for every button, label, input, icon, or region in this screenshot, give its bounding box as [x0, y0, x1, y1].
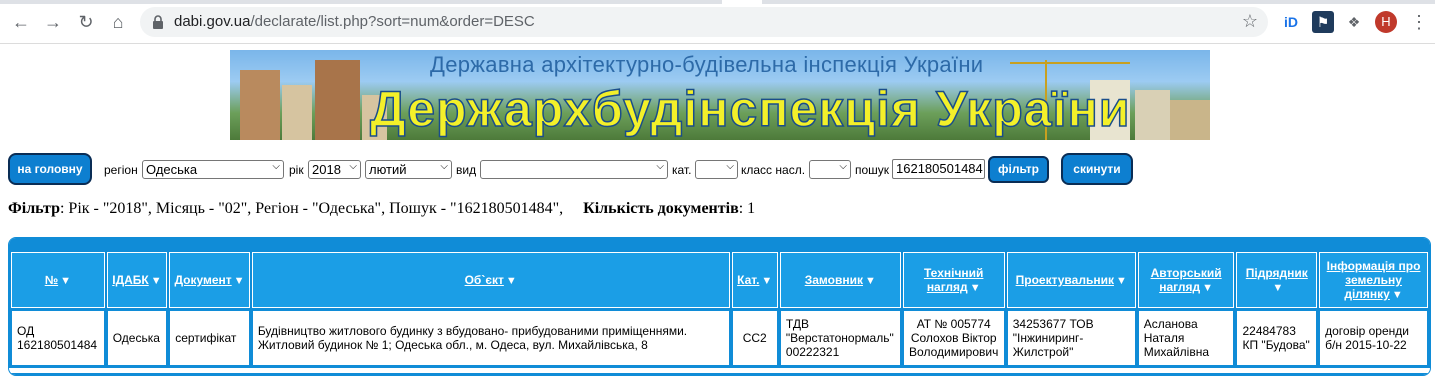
table-header-row: № ▼ ІДАБК ▼ Документ ▼ Об`єкт ▼ Кат. ▼ Замовн…: [11, 252, 1428, 308]
extensions-puzzle-icon[interactable]: ❖: [1343, 11, 1365, 33]
home-button[interactable]: на головну: [8, 153, 92, 185]
chevron-down-icon: ⌵: [349, 161, 357, 172]
declarations-table-container: № ▼ ІДАБК ▼ Документ ▼ Об`єкт ▼ Кат. ▼ Замовн…: [8, 237, 1431, 376]
table-top-bar: [9, 238, 1430, 250]
cell-num: ОД 162180501484: [11, 310, 105, 366]
sort-triangle-icon[interactable]: ▼: [1272, 282, 1283, 294]
month-select[interactable]: лютий ⌵: [365, 160, 452, 179]
sort-triangle-icon[interactable]: ▼: [1202, 282, 1213, 294]
type-label: вид: [456, 163, 477, 177]
banner-building: [1135, 90, 1170, 140]
year-select[interactable]: 2018 ⌵: [308, 160, 361, 179]
filter-summary-text: : Рік - "2018", Місяць - "02", Регіон - …: [59, 200, 564, 217]
column-header-contractor[interactable]: Підрядник▼: [1236, 252, 1318, 308]
region-label: регіон: [104, 163, 138, 177]
tab-strip-edge: [0, 0, 1435, 4]
browser-toolbar: ← → ↻ ⌂ dabi.gov.ua/declarate/list.php?s…: [0, 0, 1435, 44]
banner-building: [315, 60, 360, 140]
chevron-down-icon: ⌵: [272, 161, 280, 172]
extension-id-icon[interactable]: iD: [1280, 11, 1302, 33]
address-bar[interactable]: dabi.gov.ua/declarate/list.php?sort=num&…: [140, 7, 1268, 37]
home-icon[interactable]: ⌂: [106, 10, 130, 34]
column-header-customer[interactable]: Замовник ▼: [779, 252, 901, 308]
back-icon[interactable]: ←: [9, 10, 33, 34]
reload-icon[interactable]: ↻: [74, 10, 98, 34]
profile-avatar[interactable]: Н: [1375, 11, 1397, 33]
class-select[interactable]: ⌵: [809, 160, 851, 179]
extension-ghost-icon[interactable]: ⚑: [1312, 11, 1334, 33]
sort-triangle-icon[interactable]: ▼: [60, 275, 71, 287]
document-count-label: Кількість документів: [583, 200, 739, 217]
cell-tech-supervision: АТ № 005774 Солохов Віктор Володимирович: [902, 310, 1005, 366]
banner-building: [1170, 100, 1210, 140]
forward-icon[interactable]: →: [41, 10, 65, 34]
banner-building: [240, 70, 280, 140]
cell-idabk: Одеська: [106, 310, 168, 366]
document-count-value: : 1: [738, 200, 756, 217]
cell-author-supervision: Асланова Наталя Михайлівна: [1137, 310, 1235, 366]
category-select[interactable]: ⌵: [695, 160, 738, 179]
cell-designer: 34253677 ТОВ "Інжиниринг-Жилстрой": [1006, 310, 1136, 366]
bookmark-star-icon[interactable]: ☆: [1242, 11, 1258, 32]
column-header-document[interactable]: Документ ▼: [169, 252, 250, 308]
chevron-down-icon: ⌵: [726, 161, 734, 172]
filter-button[interactable]: фільтр: [988, 156, 1049, 183]
url-text: dabi.gov.ua/declarate/list.php?sort=num&…: [174, 13, 535, 30]
banner-title: Держархбудінспекція України: [369, 80, 1131, 138]
sort-triangle-icon[interactable]: ▼: [1392, 289, 1403, 301]
column-header-num[interactable]: № ▼: [11, 252, 105, 308]
category-label: кат.: [672, 163, 692, 177]
search-label: пошук: [855, 163, 890, 177]
menu-kebab-icon[interactable]: ⋮: [1410, 10, 1428, 34]
column-header-category[interactable]: Кат. ▼: [731, 252, 778, 308]
table-row: ОД 162180501484 Одеська сертифікат Будів…: [11, 310, 1428, 366]
cell-contractor: 22484783 КП "Будова": [1236, 310, 1318, 366]
banner-building: [282, 85, 312, 140]
sort-triangle-icon[interactable]: ▼: [761, 275, 772, 287]
cell-object: Будівництво житлового будинку з вбудован…: [251, 310, 730, 366]
chevron-down-icon: ⌵: [440, 161, 448, 172]
region-select[interactable]: Одеська ⌵: [142, 160, 284, 179]
column-header-land-info[interactable]: Інформація про земельну ділянку ▼: [1319, 252, 1428, 308]
sort-triangle-icon[interactable]: ▼: [970, 282, 981, 294]
column-header-object[interactable]: Об`єкт ▼: [251, 252, 730, 308]
filter-summary: Фільтр: Рік - "2018", Місяць - "02", Рег…: [8, 200, 755, 218]
column-header-author-supervision[interactable]: Авторський нагляд ▼: [1137, 252, 1235, 308]
declarations-table: № ▼ ІДАБК ▼ Документ ▼ Об`єкт ▼ Кат. ▼ Замовн…: [9, 250, 1430, 368]
banner-subtitle: Державна архітектурно-будівельна інспекц…: [430, 52, 984, 77]
lock-icon: [153, 15, 163, 29]
column-header-designer[interactable]: Проектувальник ▼: [1006, 252, 1136, 308]
search-input[interactable]: 162180501484: [892, 159, 985, 179]
cell-document: сертифікат: [169, 310, 250, 366]
sort-triangle-icon[interactable]: ▼: [1116, 275, 1127, 287]
banner-crane-arm: [1010, 62, 1130, 64]
reset-button[interactable]: скинути: [1061, 153, 1133, 185]
chevron-down-icon: ⌵: [839, 161, 847, 172]
class-label: класс насл.: [741, 163, 806, 177]
chevron-down-icon: ⌵: [656, 161, 664, 172]
column-header-tech-supervision[interactable]: Технічний нагляд ▼: [902, 252, 1005, 308]
type-select[interactable]: ⌵: [480, 160, 668, 179]
sort-triangle-icon[interactable]: ▼: [865, 275, 876, 287]
sort-triangle-icon[interactable]: ▼: [234, 275, 245, 287]
cell-land-info: договір оренди б/н 2015-10-22: [1319, 310, 1428, 366]
sort-triangle-icon[interactable]: ▼: [151, 275, 162, 287]
year-label: рік: [289, 163, 304, 177]
table-bottom-bar: [9, 373, 1430, 375]
sort-triangle-icon[interactable]: ▼: [506, 275, 517, 287]
cell-customer: ТДВ "Верстатонормаль" 00222321: [779, 310, 901, 366]
column-header-idabk[interactable]: ІДАБК ▼: [106, 252, 168, 308]
cell-category: СС2: [731, 310, 778, 366]
filter-summary-label: Фільтр: [8, 200, 60, 217]
site-banner: Державна архітектурно-будівельна інспекц…: [230, 50, 1210, 140]
